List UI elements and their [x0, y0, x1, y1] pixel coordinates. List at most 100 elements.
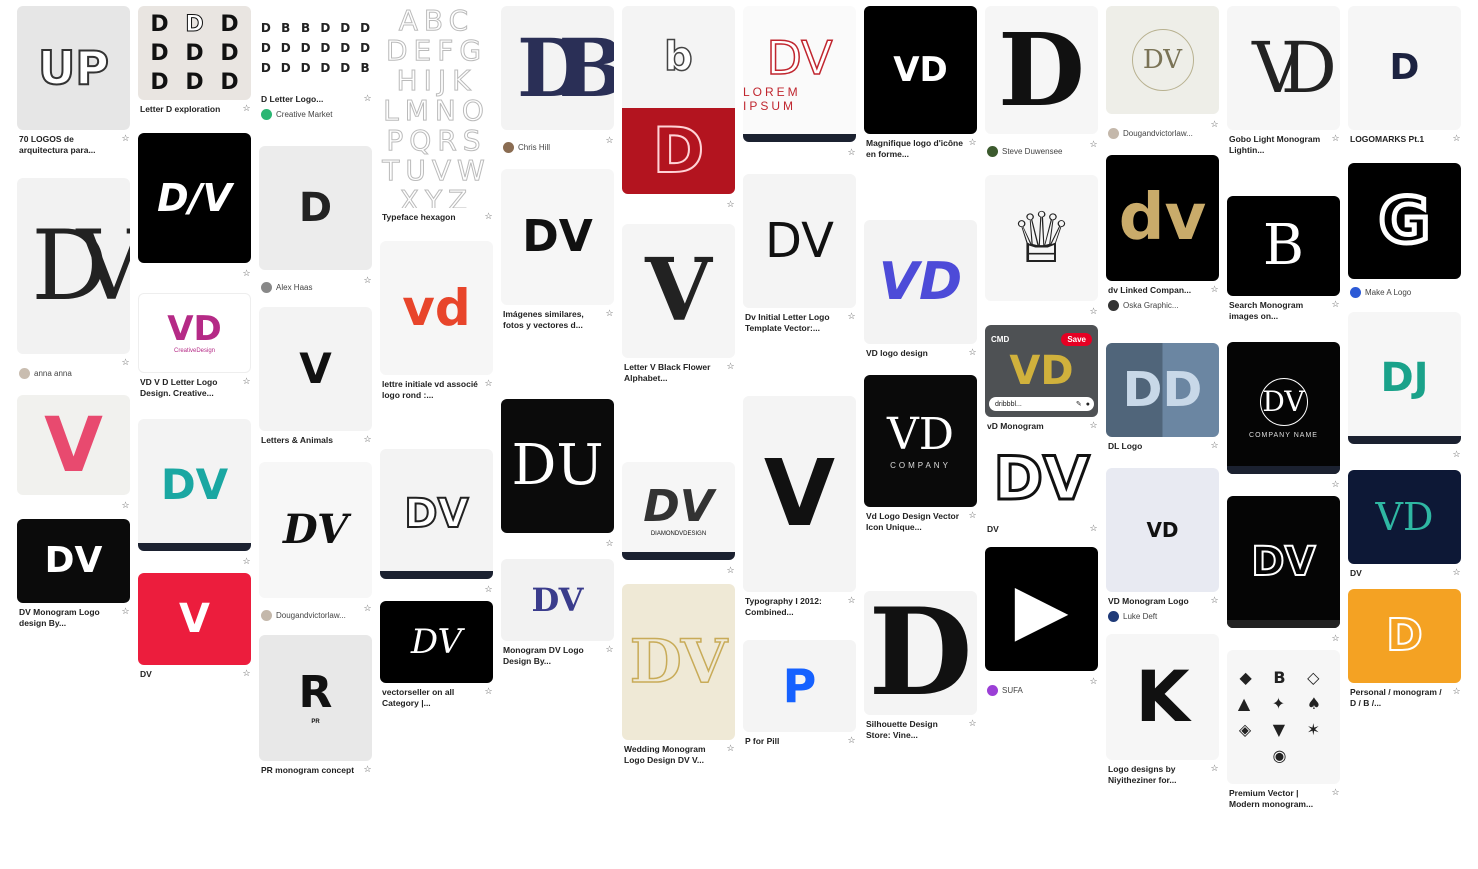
- cmd-tag[interactable]: CMD: [991, 335, 1009, 344]
- pin-save-icon[interactable]: ☆: [1452, 568, 1461, 577]
- pin-image[interactable]: V: [743, 396, 856, 592]
- pin-card[interactable]: DV COMPANY NAME ☆: [1227, 342, 1340, 489]
- pin-image[interactable]: DV: [501, 169, 614, 305]
- pin-card[interactable]: ▶ ☆ SUFA: [985, 547, 1098, 702]
- pin-save-icon[interactable]: ☆: [726, 362, 735, 371]
- pin-author[interactable]: anna anna: [34, 369, 72, 378]
- pin-image[interactable]: DB: [501, 6, 614, 130]
- pin-save-icon[interactable]: ☆: [363, 94, 372, 103]
- pin-title[interactable]: DV Monogram Logo design By...: [19, 607, 116, 629]
- pin-image[interactable]: VD COMPANY: [864, 375, 977, 507]
- pin-card[interactable]: VD VD Monogram Logo ☆ Luke Deft: [1106, 468, 1219, 628]
- pin-save-icon[interactable]: ☆: [605, 645, 614, 654]
- pin-author[interactable]: SUFA: [1002, 686, 1023, 695]
- pin-title[interactable]: Personal / monogram / D / B /...: [1350, 687, 1447, 709]
- pin-save-icon[interactable]: ☆: [1331, 300, 1340, 309]
- pin-save-icon[interactable]: ☆: [1331, 480, 1340, 489]
- pin-card[interactable]: R PR PR monogram concept ☆: [259, 635, 372, 778]
- pin-card[interactable]: DU ☆: [501, 399, 614, 548]
- pin-image[interactable]: DV: [743, 174, 856, 308]
- pin-save-icon[interactable]: ☆: [726, 200, 735, 209]
- pin-image[interactable]: D: [864, 591, 977, 715]
- pin-card[interactable]: DD DL Logo ☆: [1106, 343, 1219, 454]
- pin-save-icon[interactable]: ☆: [363, 765, 372, 774]
- pin-save-icon[interactable]: ☆: [1210, 441, 1219, 450]
- pin-image[interactable]: b: [622, 6, 735, 108]
- pin-image[interactable]: ABC DEFG HIJK LMNO PQRS TUVW XYZ: [380, 6, 493, 208]
- pin-card[interactable]: vd lettre initiale vd associé logo rond …: [380, 241, 493, 403]
- pin-image[interactable]: VD: [1106, 468, 1219, 592]
- pin-card[interactable]: DV Wedding Monogram Logo Design DV V... ☆: [622, 584, 735, 768]
- pin-card[interactable]: G Make A Logo: [1348, 163, 1461, 304]
- pin-card[interactable]: D/V ☆: [138, 133, 251, 278]
- pin-save-icon[interactable]: ☆: [847, 148, 856, 157]
- pin-save-icon[interactable]: ☆: [726, 566, 735, 575]
- pin-title[interactable]: VD Monogram Logo: [1108, 596, 1205, 607]
- pin-image[interactable]: UP: [17, 6, 130, 130]
- pin-image[interactable]: DD: [1106, 343, 1219, 437]
- pin-save-icon[interactable]: ☆: [363, 276, 372, 285]
- pin-card[interactable]: DV DV ☆: [985, 438, 1098, 537]
- pin-title[interactable]: Magnifique logo d'icône en forme...: [866, 138, 963, 160]
- pin-image[interactable]: dv: [1106, 155, 1219, 281]
- pin-card[interactable]: DV ☆: [1227, 496, 1340, 643]
- pin-card[interactable]: DV ☆ Dougandvictorlaw...: [1106, 6, 1219, 145]
- pin-title[interactable]: dv Linked Compan...: [1108, 285, 1205, 296]
- pin-card[interactable]: DV DV Monogram Logo design By... ☆: [17, 519, 130, 631]
- pin-image[interactable]: D: [622, 108, 735, 194]
- pin-card[interactable]: VD Gobo Light Monogram Lightin... ☆: [1227, 6, 1340, 158]
- pin-save-icon[interactable]: ☆: [847, 312, 856, 321]
- pin-save-icon[interactable]: ☆: [847, 596, 856, 605]
- pin-title[interactable]: Typeface hexagon: [382, 212, 479, 223]
- pin-title[interactable]: DV: [1350, 568, 1447, 579]
- pin-author[interactable]: Creative Market: [276, 110, 332, 119]
- pin-save-icon[interactable]: ☆: [242, 377, 251, 386]
- pin-author[interactable]: Chris Hill: [518, 143, 550, 152]
- pin-save-icon[interactable]: ☆: [968, 719, 977, 728]
- pin-save-icon[interactable]: ☆: [121, 607, 130, 616]
- pin-card[interactable]: DV Imágenes similares, fotos y vectores …: [501, 169, 614, 333]
- pin-image[interactable]: D/V: [138, 133, 251, 263]
- pin-save-icon[interactable]: ☆: [968, 511, 977, 520]
- pin-image[interactable]: vd: [380, 241, 493, 375]
- pin-image[interactable]: DV LOREM IPSUM: [743, 6, 856, 142]
- pin-card[interactable]: VD COMPANY Vd Logo Design Vector Icon Un…: [864, 375, 977, 535]
- pin-title[interactable]: VD V D Letter Logo Design. Creative...: [140, 377, 237, 399]
- pin-save-icon[interactable]: ☆: [1089, 524, 1098, 533]
- pin-card[interactable]: V Letter V Black Flower Alphabet... ☆: [622, 224, 735, 386]
- pin-image[interactable]: DV: [138, 419, 251, 551]
- pin-save-icon[interactable]: ☆: [1452, 450, 1461, 459]
- source-link-label[interactable]: dribbbl...: [995, 401, 1022, 408]
- pin-image[interactable]: VD: [864, 6, 977, 134]
- pin-image[interactable]: VD CMD Save dribbbl... ✎ ●: [985, 325, 1098, 417]
- pin-card[interactable]: DV ☆: [138, 419, 251, 566]
- pin-card[interactable]: K Logo designs by Niyitheziner for... ☆: [1106, 634, 1219, 788]
- pin-save-icon[interactable]: ☆: [968, 138, 977, 147]
- pin-author[interactable]: Dougandvictorlaw...: [276, 611, 346, 620]
- source-link-bar[interactable]: dribbbl... ✎ ●: [989, 397, 1094, 411]
- pin-image[interactable]: B: [1227, 196, 1340, 296]
- pin-save-icon[interactable]: ☆: [363, 604, 372, 613]
- pin-card[interactable]: ABC DEFG HIJK LMNO PQRS TUVW XYZ Typefac…: [380, 6, 493, 225]
- pin-save-icon[interactable]: ☆: [242, 104, 251, 113]
- pin-save-icon[interactable]: ☆: [1089, 307, 1098, 316]
- pin-card[interactable]: V Letters & Animals ☆: [259, 307, 372, 448]
- pin-card[interactable]: DV DIAMONDVDESIGN ☆: [622, 462, 735, 575]
- pin-card[interactable]: DV ☆: [380, 449, 493, 594]
- pin-image[interactable]: R PR: [259, 635, 372, 761]
- pin-image[interactable]: DV: [1106, 6, 1219, 114]
- pin-save-icon[interactable]: ☆: [121, 501, 130, 510]
- pin-image[interactable]: VD: [1227, 6, 1340, 130]
- pin-card[interactable]: DV ☆ Dougandvictorlaw...: [259, 462, 372, 627]
- pin-card[interactable]: ◆ B ◇ ▲ ✦ ♠ ◈ ▼ ✶ ◉ Premium Vector | Mod…: [1227, 650, 1340, 812]
- pin-card[interactable]: B Search Monogram images on... ☆: [1227, 196, 1340, 324]
- pin-save-icon[interactable]: ☆: [484, 212, 493, 221]
- pin-image[interactable]: D: [259, 146, 372, 270]
- pin-card[interactable]: dv dv Linked Compan... ☆ Oska Graphic...: [1106, 155, 1219, 317]
- pin-image[interactable]: V: [259, 307, 372, 431]
- pin-save-icon[interactable]: ☆: [847, 736, 856, 745]
- pin-save-icon[interactable]: ☆: [121, 358, 130, 367]
- pin-title[interactable]: Letters & Animals: [261, 435, 358, 446]
- pin-image[interactable]: DV: [985, 438, 1098, 520]
- pin-save-icon[interactable]: ☆: [605, 539, 614, 548]
